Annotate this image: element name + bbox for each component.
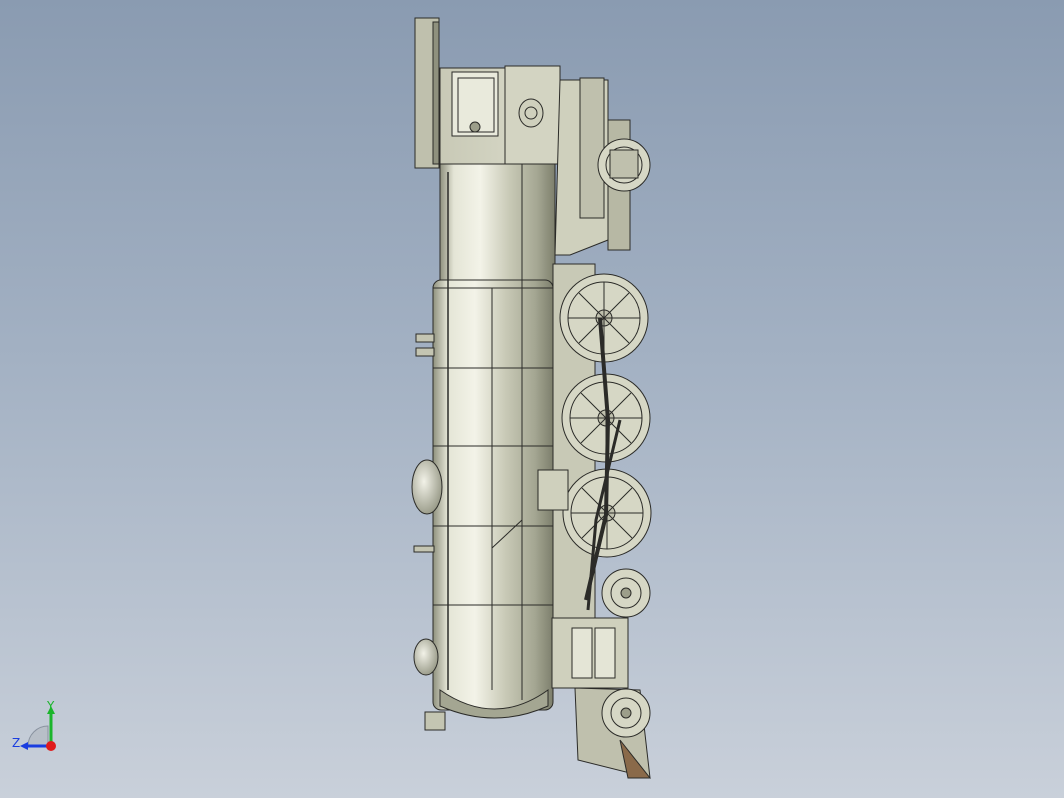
pony-wheel-1 [601, 568, 651, 618]
firebox [439, 163, 556, 285]
z-axis-label: Z [12, 736, 21, 750]
steam-dome [411, 459, 443, 515]
locomotive-model[interactable] [0, 0, 1064, 798]
x-axis-dot [46, 741, 56, 751]
y-axis-label: Y [47, 699, 55, 713]
cad-3d-viewport[interactable]: Y Z [0, 0, 1064, 798]
trailing-wheel [597, 138, 651, 192]
pony-wheel-2 [601, 688, 651, 738]
smoke-stack [413, 638, 439, 676]
boiler [432, 279, 554, 711]
